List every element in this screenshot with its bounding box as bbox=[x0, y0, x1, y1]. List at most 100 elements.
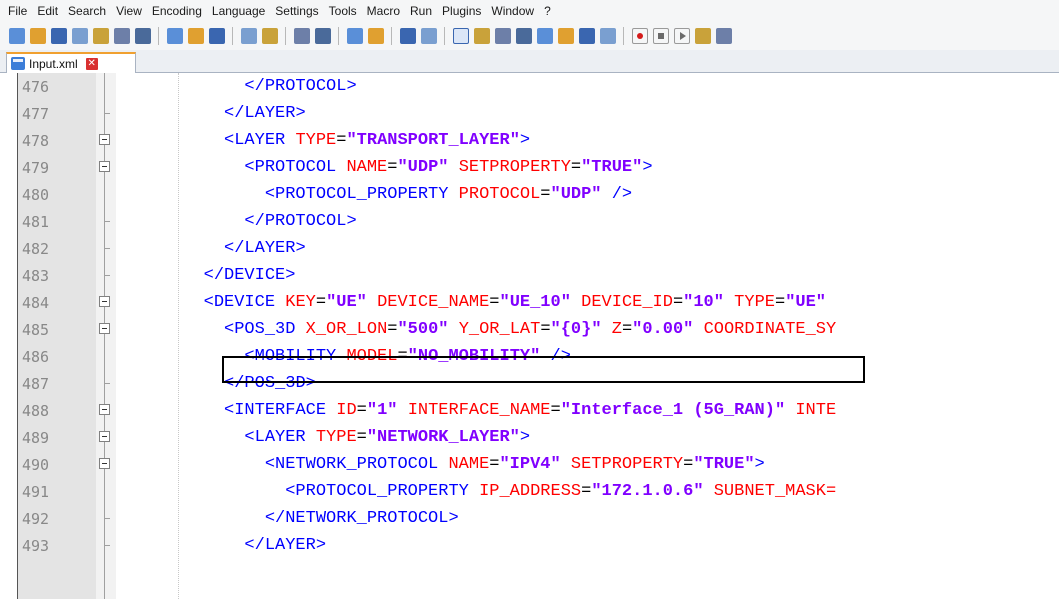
show-all-chars-icon[interactable] bbox=[473, 28, 490, 44]
token-val: "UDP" bbox=[397, 158, 449, 177]
folder-workspace-icon[interactable] bbox=[578, 28, 595, 44]
save-icon[interactable] bbox=[50, 28, 67, 44]
toolbar-separator bbox=[391, 27, 392, 45]
undo-icon[interactable] bbox=[240, 28, 257, 44]
play-macro-icon[interactable] bbox=[673, 28, 690, 44]
code-line[interactable]: 491 <PROTOCOL_PROPERTY IP_ADDRESS="172.1… bbox=[18, 478, 1059, 505]
menu-macro[interactable]: Macro bbox=[362, 0, 405, 22]
close-icon[interactable] bbox=[92, 28, 109, 44]
line-number: 488 bbox=[22, 402, 50, 420]
zoom-out-icon[interactable] bbox=[367, 28, 384, 44]
fold-collapse-icon[interactable] bbox=[99, 458, 110, 469]
close-tab-icon[interactable]: ✕ bbox=[85, 57, 98, 70]
token-plain: = bbox=[356, 401, 367, 420]
menu-edit[interactable]: Edit bbox=[32, 0, 63, 22]
code-line[interactable]: 478 <LAYER TYPE="TRANSPORT_LAYER"> bbox=[18, 127, 1059, 154]
code-text: <INTERFACE ID="1" INTERFACE_NAME="Interf… bbox=[122, 401, 836, 421]
tab-bar: Input.xml ✕ bbox=[0, 50, 1059, 73]
code-editor[interactable]: 476 </PROTOCOL> 477 </LAYER> 478 <LAYER TY… bbox=[17, 73, 1059, 599]
save-macro-icon[interactable] bbox=[715, 28, 732, 44]
menu-window[interactable]: Window bbox=[486, 0, 539, 22]
stop-macro-icon[interactable] bbox=[652, 28, 669, 44]
fold-collapse-icon[interactable] bbox=[99, 296, 110, 307]
monitoring-icon[interactable] bbox=[599, 28, 616, 44]
menu-file[interactable]: File bbox=[0, 0, 32, 22]
fold-collapse-icon[interactable] bbox=[99, 161, 110, 172]
word-wrap-icon[interactable] bbox=[452, 28, 469, 44]
replace-icon[interactable] bbox=[314, 28, 331, 44]
code-line[interactable]: 485 <POS_3D X_OR_LON="500" Y_OR_LAT="{0}… bbox=[18, 316, 1059, 343]
save-all-icon[interactable] bbox=[71, 28, 88, 44]
token-attr: PROTOCOL bbox=[458, 185, 541, 204]
menu-view[interactable]: View bbox=[111, 0, 147, 22]
code-line[interactable]: 484 <DEVICE KEY="UE" DEVICE_NAME="UE_10"… bbox=[18, 289, 1059, 316]
token-tag: </NETWORK_PROTOCOL> bbox=[264, 509, 459, 528]
menu-search[interactable]: Search bbox=[63, 0, 111, 22]
fold-collapse-icon[interactable] bbox=[99, 323, 110, 334]
code-line[interactable]: 489 <LAYER TYPE="NETWORK_LAYER"> bbox=[18, 424, 1059, 451]
run-macro-multiple-icon[interactable] bbox=[694, 28, 711, 44]
menu-language[interactable]: Language bbox=[207, 0, 270, 22]
line-number: 479 bbox=[22, 159, 50, 177]
code-line[interactable]: 490 <NETWORK_PROTOCOL NAME="IPV4" SETPRO… bbox=[18, 451, 1059, 478]
new-file-icon[interactable] bbox=[8, 28, 25, 44]
token-plain: = bbox=[489, 293, 500, 312]
code-line[interactable]: 480 <PROTOCOL_PROPERTY PROTOCOL="UDP" /> bbox=[18, 181, 1059, 208]
menu-tools[interactable]: Tools bbox=[324, 0, 362, 22]
code-line[interactable]: 481 </PROTOCOL> bbox=[18, 208, 1059, 235]
sync-vertical-icon[interactable] bbox=[399, 28, 416, 44]
code-line[interactable]: 492 </NETWORK_PROTOCOL> bbox=[18, 505, 1059, 532]
close-all-icon[interactable] bbox=[113, 28, 130, 44]
fold-collapse-icon[interactable] bbox=[99, 431, 110, 442]
code-text: </PROTOCOL> bbox=[122, 77, 356, 97]
menu-plugins[interactable]: Plugins bbox=[437, 0, 486, 22]
indent-guide-icon[interactable] bbox=[494, 28, 511, 44]
code-text: </NETWORK_PROTOCOL> bbox=[122, 509, 459, 529]
sync-horizontal-icon[interactable] bbox=[420, 28, 437, 44]
tab-input-xml[interactable]: Input.xml ✕ bbox=[6, 52, 136, 73]
cut-icon[interactable] bbox=[166, 28, 183, 44]
fold-collapse-icon[interactable] bbox=[99, 134, 110, 145]
code-text: <PROTOCOL_PROPERTY PROTOCOL="UDP" /> bbox=[122, 185, 632, 205]
token-attr: X_OR_LON bbox=[305, 320, 388, 339]
code-line[interactable]: 483 </DEVICE> bbox=[18, 262, 1059, 289]
menu-bar: File Edit Search View Encoding Language Settin… bbox=[0, 0, 1059, 22]
code-line[interactable]: 476 </PROTOCOL> bbox=[18, 73, 1059, 100]
menu-encoding[interactable]: Encoding bbox=[147, 0, 207, 22]
toolbar-separator bbox=[338, 27, 339, 45]
code-line[interactable]: 477 </LAYER> bbox=[18, 100, 1059, 127]
paste-icon[interactable] bbox=[208, 28, 225, 44]
code-line[interactable]: 479 <PROTOCOL NAME="UDP" SETPROPERTY="TR… bbox=[18, 154, 1059, 181]
code-line[interactable]: 488 <INTERFACE ID="1" INTERFACE_NAME="In… bbox=[18, 397, 1059, 424]
user-lang-icon[interactable] bbox=[515, 28, 532, 44]
find-icon[interactable] bbox=[293, 28, 310, 44]
record-macro-icon[interactable] bbox=[631, 28, 648, 44]
code-line[interactable]: 482 </LAYER> bbox=[18, 235, 1059, 262]
copy-icon[interactable] bbox=[187, 28, 204, 44]
fold-collapse-icon[interactable] bbox=[99, 404, 110, 415]
doc-map-icon[interactable] bbox=[536, 28, 553, 44]
token-tag: > bbox=[642, 158, 653, 177]
print-icon[interactable] bbox=[134, 28, 151, 44]
menu-settings[interactable]: Settings bbox=[270, 0, 323, 22]
code-text: </LAYER> bbox=[122, 104, 306, 124]
menu-help[interactable]: ? bbox=[539, 0, 556, 22]
redo-icon[interactable] bbox=[261, 28, 278, 44]
token-plain: = bbox=[489, 455, 500, 474]
zoom-in-icon[interactable] bbox=[346, 28, 363, 44]
menu-run[interactable]: Run bbox=[405, 0, 437, 22]
token-tag: > bbox=[754, 455, 765, 474]
line-number: 485 bbox=[22, 321, 50, 339]
open-file-icon[interactable] bbox=[29, 28, 46, 44]
code-line[interactable]: 493 </LAYER> bbox=[18, 532, 1059, 559]
token-attr: NAME bbox=[448, 455, 490, 474]
token-plain: = bbox=[774, 293, 786, 312]
function-list-icon[interactable] bbox=[557, 28, 574, 44]
